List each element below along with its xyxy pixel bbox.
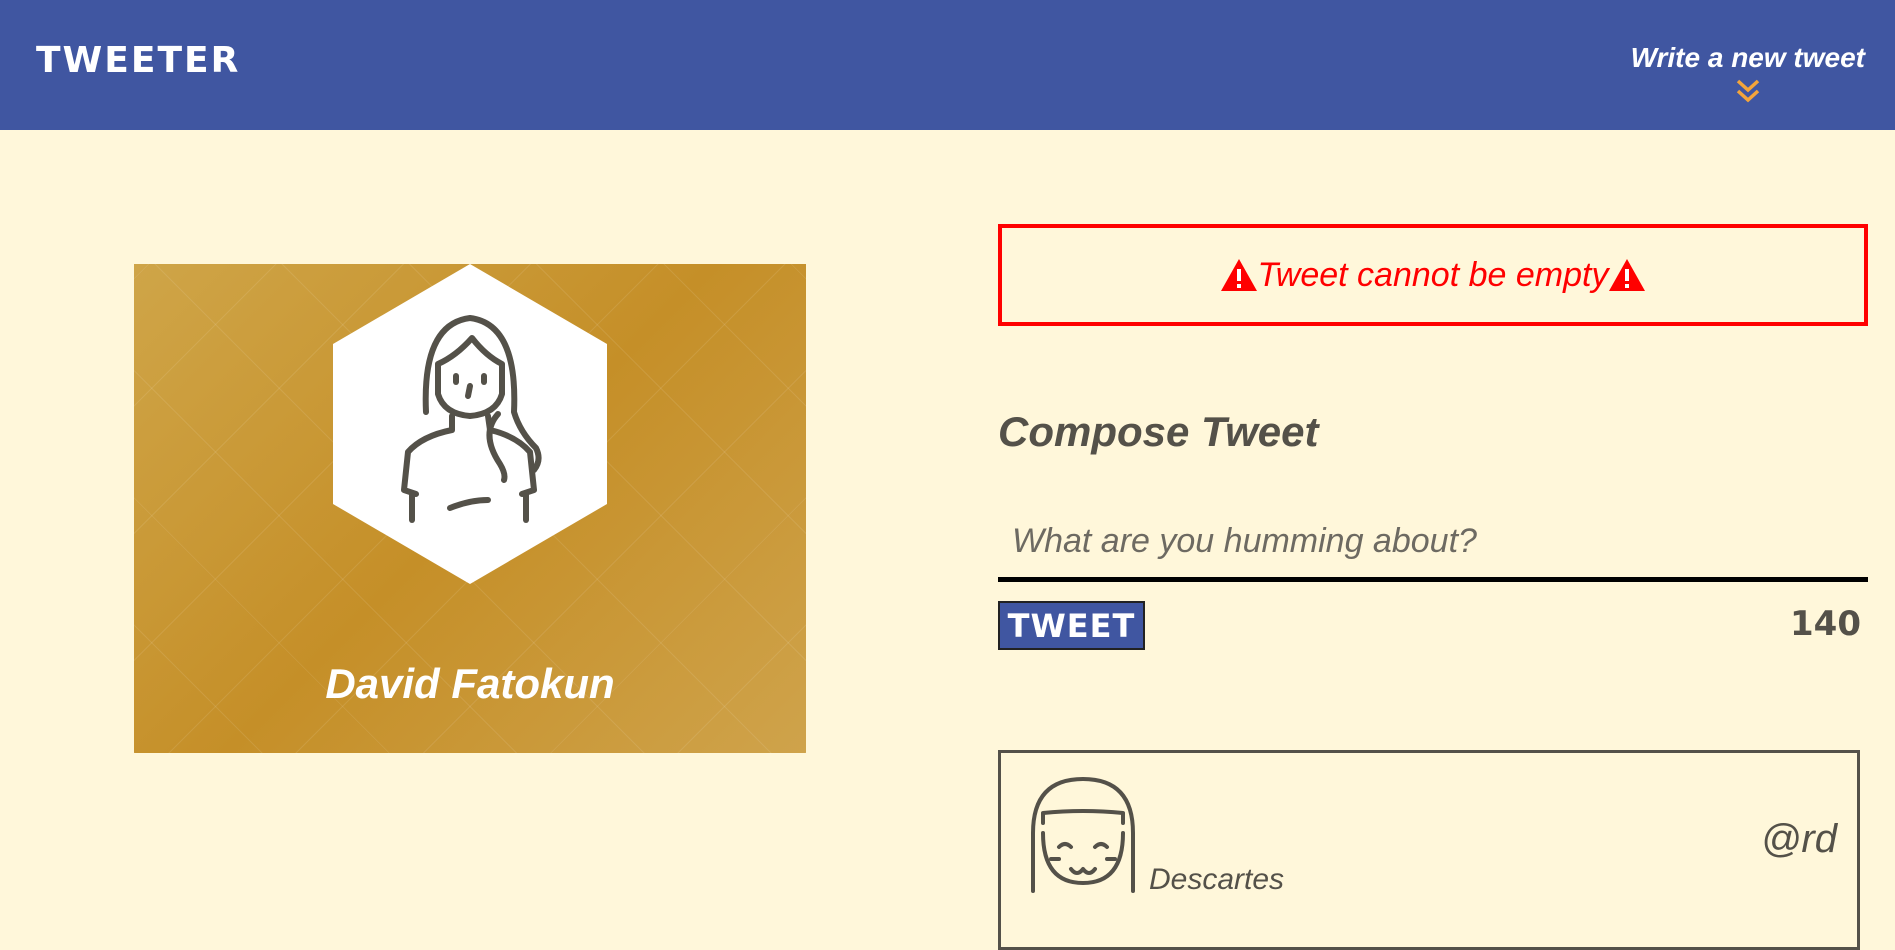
error-message-box: Tweet cannot be empty: [998, 224, 1868, 326]
user-avatar-icon: [1031, 777, 1135, 893]
tweet-card: Descartes @rd: [998, 750, 1860, 950]
warning-icon: [1609, 259, 1646, 291]
compose-title: Compose Tweet: [998, 408, 1319, 455]
double-chevron-down-icon[interactable]: [1734, 78, 1762, 104]
error-message-text: Tweet cannot be empty: [1257, 255, 1609, 294]
tweet-author-name: Descartes: [1149, 863, 1285, 896]
write-new-tweet-label[interactable]: Write a new tweet: [1631, 42, 1865, 74]
profile-name: David Fatokun: [325, 660, 615, 707]
tweet-author-handle: @rd: [1760, 817, 1837, 861]
user-avatar-icon: [333, 264, 607, 584]
write-new-tweet-link[interactable]: Write a new tweet: [1631, 42, 1865, 104]
navbar: TWEETER Write a new tweet: [0, 0, 1895, 130]
brand-logo[interactable]: TWEETER: [36, 40, 240, 81]
tweet-text-input[interactable]: [998, 506, 1868, 582]
profile-card: David Fatokun: [134, 264, 806, 753]
tweet-submit-button[interactable]: TWEET: [998, 601, 1145, 650]
character-counter: 140: [1790, 604, 1861, 644]
warning-icon: [1220, 259, 1257, 291]
